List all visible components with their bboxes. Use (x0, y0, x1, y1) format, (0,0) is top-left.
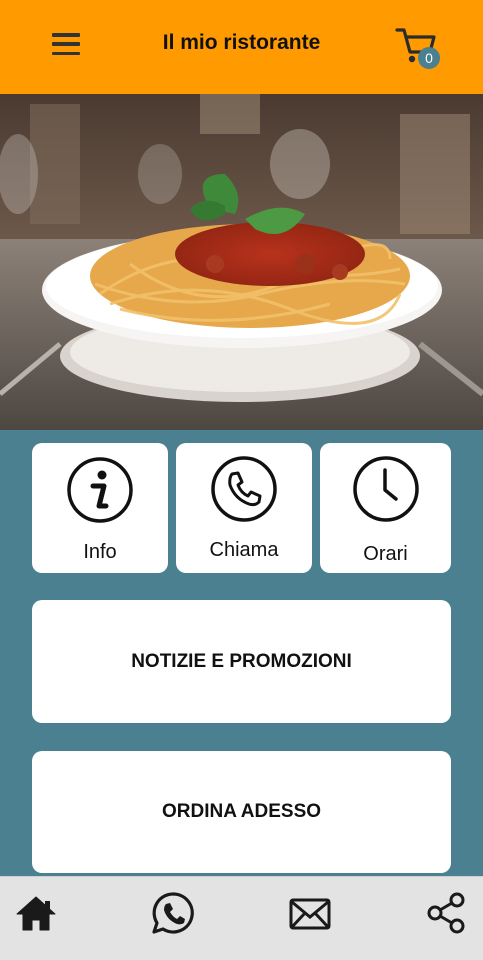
bottom-nav (0, 876, 483, 960)
hamburger-menu-icon[interactable] (52, 33, 80, 55)
cart-count-badge: 0 (418, 47, 440, 69)
tile-label: Chiama (209, 539, 279, 561)
info-tile[interactable]: Info (32, 443, 168, 573)
tile-label: Info (83, 541, 117, 563)
cart-button[interactable]: 0 (394, 24, 444, 70)
tile-label: Orari (363, 543, 408, 565)
news-promotions-button[interactable]: NOTIZIE E PROMOZIONI (32, 600, 451, 723)
app-title: Il mio ristorante (162, 31, 321, 54)
app-header: Il mio ristorante 0 (0, 0, 483, 94)
hero-image (0, 94, 483, 430)
call-tile[interactable]: Chiama (176, 443, 312, 573)
info-icon (67, 457, 133, 523)
hours-tile[interactable]: Orari (320, 443, 451, 573)
whatsapp-icon[interactable] (151, 891, 195, 935)
order-now-button[interactable]: ORDINA ADESSO (32, 751, 451, 873)
clock-icon (352, 456, 419, 522)
phone-icon (211, 456, 277, 522)
share-icon[interactable] (426, 891, 468, 935)
mail-icon[interactable] (288, 896, 332, 932)
home-icon[interactable] (14, 894, 58, 934)
